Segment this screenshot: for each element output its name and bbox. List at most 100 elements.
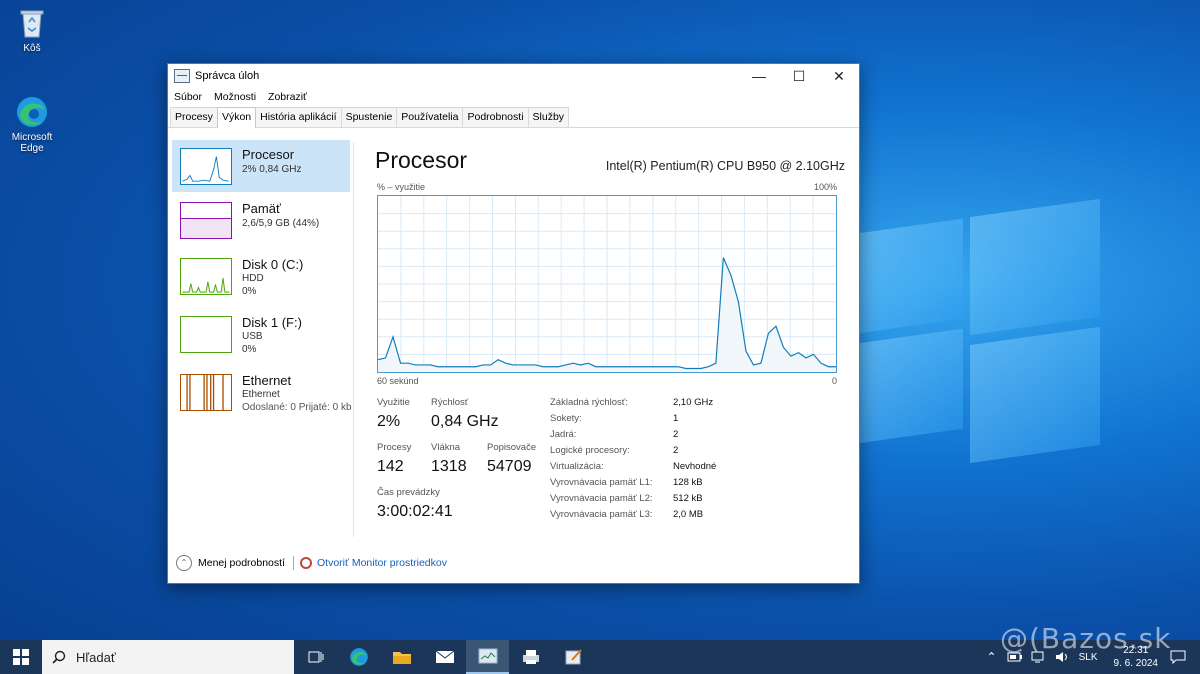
taskbar-app-button[interactable] bbox=[552, 640, 595, 674]
resource-detail: 2,6/5,9 GB (44%) bbox=[242, 218, 320, 229]
edge-icon bbox=[15, 95, 49, 129]
usage-label: Využitie bbox=[377, 397, 410, 408]
menu-file[interactable]: Súbor bbox=[174, 91, 202, 103]
desktop-icon-label: Kôš bbox=[23, 43, 41, 54]
desktop-icon-edge[interactable]: Microsoft Edge bbox=[2, 95, 62, 154]
spec-label: Logické procesory: bbox=[550, 445, 630, 456]
search-placeholder: Hľadať bbox=[76, 649, 116, 665]
notification-icon[interactable] bbox=[1170, 650, 1186, 664]
taskbar-explorer-button[interactable] bbox=[380, 640, 423, 674]
resource-name: Procesor bbox=[242, 147, 295, 162]
page-title: Procesor bbox=[375, 147, 468, 173]
tab-bar: Procesy Výkon História aplikácií Spusten… bbox=[168, 106, 859, 128]
threads-label: Vlákna bbox=[431, 442, 461, 453]
printer-icon bbox=[522, 650, 539, 664]
taskbar-edge-button[interactable] bbox=[337, 640, 380, 674]
processes-label: Procesy bbox=[377, 442, 412, 453]
tab-startup[interactable]: Spustenie bbox=[340, 107, 398, 127]
footer-divider bbox=[292, 556, 294, 570]
task-manager-icon bbox=[478, 648, 497, 664]
windows-start-icon bbox=[13, 649, 29, 665]
tab-processes[interactable]: Procesy bbox=[170, 107, 218, 127]
fewer-details-button[interactable]: Menej podrobností bbox=[198, 557, 285, 569]
taskbar-search-box[interactable]: Hľadať bbox=[42, 640, 294, 674]
close-button[interactable]: ✕ bbox=[819, 64, 859, 88]
chevron-up-icon[interactable]: ⌃ bbox=[176, 555, 192, 571]
windows-logo-wallpaper bbox=[858, 196, 1108, 464]
clock-date: 9. 6. 2024 bbox=[1113, 658, 1158, 669]
resource-usage: 0% bbox=[242, 344, 257, 355]
tab-services[interactable]: Služby bbox=[527, 107, 570, 127]
settings-app-icon bbox=[565, 649, 582, 665]
resource-list: Procesor 2% 0,84 GHz Pamäť 2,6/5,9 GB (4… bbox=[168, 140, 354, 530]
resource-name: Disk 0 (C:) bbox=[242, 257, 304, 272]
resource-detail: 2% 0,84 GHz bbox=[242, 164, 302, 175]
processes-value: 142 bbox=[377, 458, 404, 475]
resource-name: Pamäť bbox=[242, 201, 281, 216]
memory-thumbnail-graph bbox=[180, 202, 232, 239]
spec-value: 512 kB bbox=[673, 493, 703, 504]
spec-label: Základná rýchlosť: bbox=[550, 397, 629, 408]
cpu-usage-graph bbox=[377, 195, 837, 373]
desktop-icon-recycle-bin[interactable]: Kôš bbox=[2, 6, 62, 54]
handles-value: 54709 bbox=[487, 458, 532, 475]
resource-item-disk0[interactable]: Disk 0 (C:) HDD 0% bbox=[172, 250, 350, 302]
task-view-icon bbox=[308, 651, 323, 663]
resource-item-ethernet[interactable]: Ethernet Ethernet Odoslané: 0 Prijaté: 0… bbox=[172, 366, 352, 418]
spec-label: Sokety: bbox=[550, 413, 582, 424]
minimize-button[interactable]: — bbox=[739, 64, 779, 88]
spec-value: Nevhodné bbox=[673, 461, 717, 472]
resource-usage: Odoslané: 0 Prijaté: 0 kb bbox=[242, 402, 352, 413]
taskbar-task-manager-button[interactable] bbox=[466, 640, 509, 674]
disk0-thumbnail-graph bbox=[180, 258, 232, 295]
resource-monitor-link[interactable]: Otvoriť Monitor prostriedkov bbox=[317, 557, 447, 569]
taskbar-printer-button[interactable] bbox=[509, 640, 552, 674]
desktop-icon-label: Microsoft Edge bbox=[11, 132, 53, 154]
resource-name: Disk 1 (F:) bbox=[242, 315, 302, 330]
recycle-bin-icon bbox=[15, 6, 49, 40]
spec-value: 128 kB bbox=[673, 477, 703, 488]
tab-app-history[interactable]: História aplikácií bbox=[255, 107, 342, 127]
pane-divider[interactable] bbox=[353, 142, 354, 537]
graph-max-label: 100% bbox=[813, 182, 837, 192]
mail-icon bbox=[435, 650, 454, 663]
cpu-model: Intel(R) Pentium(R) CPU B950 @ 2.10GHz bbox=[605, 159, 845, 173]
resource-name: Ethernet bbox=[242, 373, 292, 388]
graph-min-label: 0 bbox=[831, 376, 837, 386]
tab-users[interactable]: Používatelia bbox=[396, 107, 464, 127]
graph-y-label: % – využitie bbox=[377, 182, 426, 192]
task-view-button[interactable] bbox=[294, 640, 337, 674]
spec-value: 2 bbox=[673, 445, 679, 456]
watermark-text: @(Bazos.sk bbox=[1000, 622, 1172, 655]
spec-value: 2 bbox=[673, 429, 679, 440]
spec-value: 2,10 GHz bbox=[673, 397, 714, 408]
title-bar[interactable]: Správca úloh — ☐ ✕ bbox=[168, 64, 859, 88]
task-manager-window: Správca úloh — ☐ ✕ Súbor Možnosti Zobraz… bbox=[167, 63, 860, 584]
threads-value: 1318 bbox=[431, 458, 467, 475]
uptime-value: 3:00:02:41 bbox=[377, 503, 453, 520]
handles-label: Popisovače bbox=[487, 442, 537, 453]
resource-monitor-icon bbox=[299, 557, 312, 569]
taskbar-mail-button[interactable] bbox=[423, 640, 466, 674]
start-button[interactable] bbox=[0, 640, 42, 674]
tab-details[interactable]: Podrobnosti bbox=[462, 107, 529, 127]
menu-bar: Súbor Možnosti Zobraziť bbox=[168, 88, 859, 106]
menu-view[interactable]: Zobraziť bbox=[268, 91, 307, 103]
spec-label: Vyrovnávacia pamäť L1: bbox=[550, 477, 653, 488]
edge-icon bbox=[349, 648, 368, 666]
menu-options[interactable]: Možnosti bbox=[214, 91, 256, 103]
resource-detail: HDD bbox=[242, 273, 264, 284]
chevron-up-icon[interactable]: ⌃ bbox=[987, 650, 997, 664]
maximize-button[interactable]: ☐ bbox=[779, 64, 819, 88]
resource-detail: USB bbox=[242, 331, 263, 342]
speed-label: Rýchlosť bbox=[431, 397, 469, 408]
resource-item-memory[interactable]: Pamäť 2,6/5,9 GB (44%) bbox=[172, 194, 350, 246]
spec-label: Vyrovnávacia pamäť L2: bbox=[550, 493, 653, 504]
cpu-thumbnail-graph bbox=[180, 148, 232, 185]
resource-detail: Ethernet bbox=[242, 389, 280, 400]
tab-performance[interactable]: Výkon bbox=[216, 107, 257, 128]
task-manager-icon bbox=[174, 69, 190, 83]
resource-item-cpu[interactable]: Procesor 2% 0,84 GHz bbox=[172, 140, 350, 192]
resource-item-disk1[interactable]: Disk 1 (F:) USB 0% bbox=[172, 308, 350, 360]
footer-bar: ⌃ Menej podrobností Otvoriť Monitor pros… bbox=[168, 543, 859, 583]
